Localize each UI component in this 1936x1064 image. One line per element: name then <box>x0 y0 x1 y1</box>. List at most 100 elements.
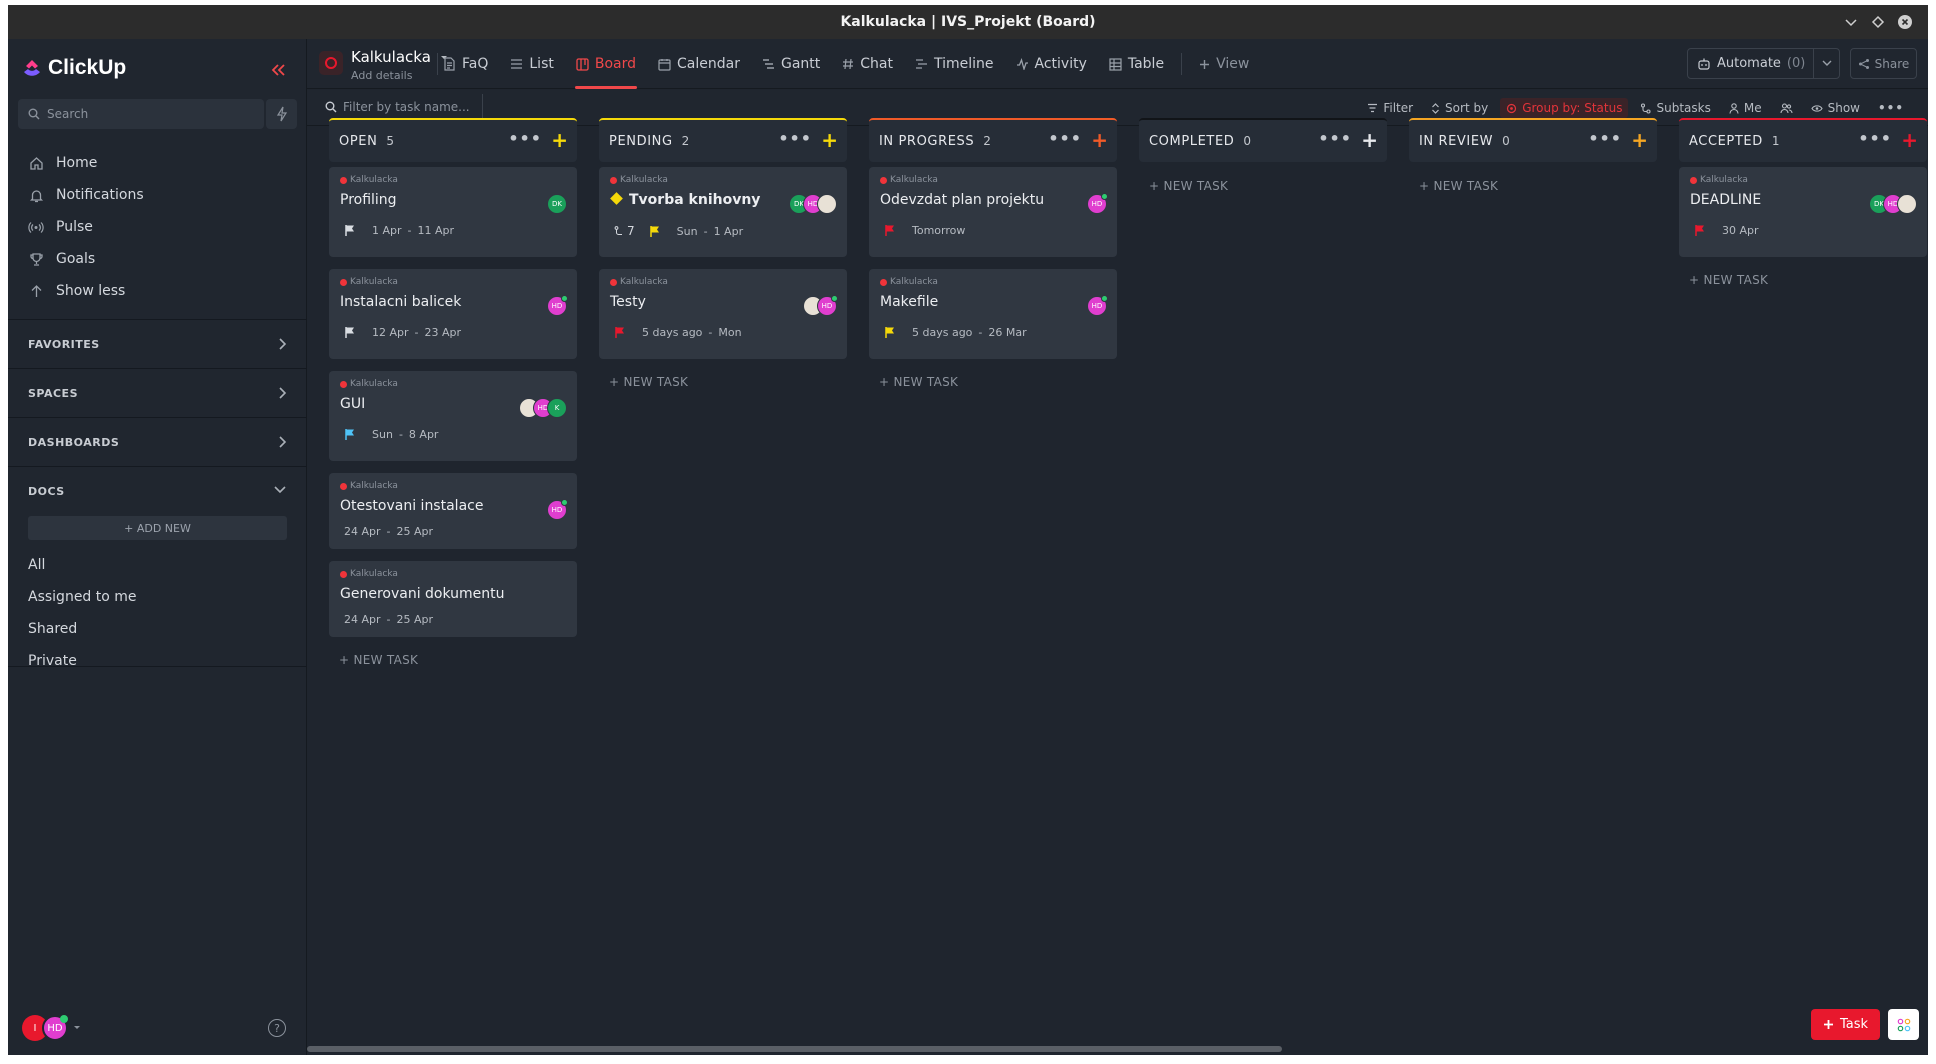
task-card[interactable]: Kalkulacka DEADLINE 30 Apr DK HD <box>1679 167 1927 257</box>
column-header[interactable]: ACCEPTED 1 ••• + <box>1679 118 1927 162</box>
assignee-avatars[interactable]: DK <box>547 194 567 214</box>
group-by-button[interactable]: Group by: Status <box>1500 98 1629 118</box>
priority-flag-icon[interactable] <box>344 428 356 441</box>
user-menu[interactable]: I HD <box>22 1015 82 1041</box>
assignee-avatars[interactable]: HD K <box>519 398 567 418</box>
apps-button[interactable] <box>1888 1009 1919 1040</box>
column-add-icon[interactable]: + <box>821 130 838 150</box>
task-card[interactable]: Kalkulacka Generovani dokumentu 24 Apr -25 … <box>329 561 577 637</box>
close-icon[interactable] <box>1897 14 1913 30</box>
task-due-date[interactable]: 26 Mar <box>988 326 1026 339</box>
assignees-button[interactable] <box>1774 100 1799 117</box>
task-card[interactable]: Kalkulacka Otestovani instalace 24 Apr -25 … <box>329 473 577 549</box>
tab-calendar[interactable]: Calendar <box>647 39 751 89</box>
tab-table[interactable]: Table <box>1098 39 1175 89</box>
task-title[interactable]: Otestovani instalace <box>340 498 483 514</box>
new-task-link[interactable]: + NEW TASK <box>1419 179 1498 193</box>
add-details-link[interactable]: Add details <box>351 69 412 82</box>
list-status-icon[interactable] <box>319 51 343 75</box>
task-start-date[interactable]: 12 Apr <box>372 326 409 339</box>
priority-flag-icon[interactable] <box>884 326 896 339</box>
column-add-icon[interactable]: + <box>1361 130 1378 150</box>
task-due-date[interactable]: 8 Apr <box>409 428 439 441</box>
column-header[interactable]: OPEN 5 ••• + <box>329 118 577 162</box>
tab-timeline[interactable]: Timeline <box>904 39 1005 89</box>
column-header[interactable]: COMPLETED 0 ••• + <box>1139 118 1387 162</box>
column-header[interactable]: IN PROGRESS 2 ••• + <box>869 118 1117 162</box>
task-title[interactable]: Profiling <box>340 192 397 208</box>
new-task-button[interactable]: Task <box>1811 1009 1880 1040</box>
task-title[interactable]: DEADLINE <box>1690 192 1761 208</box>
task-start-date[interactable]: 1 Apr <box>372 224 402 237</box>
priority-flag-icon[interactable] <box>649 225 661 238</box>
tab-list[interactable]: List <box>499 39 564 89</box>
subtasks-button[interactable]: Subtasks <box>1634 98 1716 118</box>
sidebar-item-pulse[interactable]: Pulse <box>28 211 144 243</box>
automate-button[interactable]: Automate (0) <box>1687 48 1840 79</box>
assignee-avatars[interactable]: HD <box>1087 193 1108 214</box>
new-task-link[interactable]: + NEW TASK <box>339 653 418 667</box>
maximize-icon[interactable] <box>1870 14 1886 30</box>
tab-faq[interactable]: FaQ <box>432 39 499 89</box>
task-due-date[interactable]: 25 Apr <box>397 525 434 538</box>
show-button[interactable]: Show <box>1805 98 1866 118</box>
column-header[interactable]: IN REVIEW 0 ••• + <box>1409 118 1657 162</box>
collapse-sidebar-icon[interactable] <box>270 63 286 77</box>
search-input[interactable]: Search <box>18 99 264 129</box>
column-add-icon[interactable]: + <box>1901 130 1918 150</box>
subtask-count[interactable]: 7 <box>614 224 635 238</box>
task-card[interactable]: Kalkulacka Tvorba knihovny 7 Sun -1 Apr DK HD <box>599 167 847 257</box>
me-filter-button[interactable]: Me <box>1723 98 1768 118</box>
column-more-icon[interactable]: ••• <box>1588 131 1622 147</box>
task-title[interactable]: Generovani dokumentu <box>340 586 505 602</box>
assignee-avatars[interactable]: DK HD <box>1869 194 1917 214</box>
docs-link-assigned[interactable]: Assigned to me <box>28 581 137 613</box>
column-more-icon[interactable]: ••• <box>1858 131 1892 147</box>
quick-actions-button[interactable] <box>266 99 297 129</box>
assignee-avatars[interactable]: HD <box>803 295 838 316</box>
tab-board[interactable]: Board <box>565 39 647 89</box>
task-due-date[interactable]: 23 Apr <box>425 326 462 339</box>
tab-chat[interactable]: Chat <box>831 39 904 89</box>
docs-add-new-button[interactable]: + ADD NEW <box>28 516 287 540</box>
assignee-avatars[interactable]: HD <box>547 295 568 316</box>
task-due-date[interactable]: Tomorrow <box>912 224 965 237</box>
task-card[interactable]: Kalkulacka Testy 5 days ago - Mon HD <box>599 269 847 359</box>
priority-flag-icon[interactable] <box>1694 224 1706 237</box>
tab-gantt[interactable]: Gantt <box>751 39 831 89</box>
task-title[interactable]: Tvorba knihovny <box>610 192 760 208</box>
task-card[interactable]: Kalkulacka Odevzdat plan projektu Tomorrow… <box>869 167 1117 257</box>
sidebar-item-notifications[interactable]: Notifications <box>28 179 144 211</box>
priority-flag-icon[interactable] <box>344 224 356 237</box>
sidebar-item-goals[interactable]: Goals <box>28 243 144 275</box>
help-icon[interactable]: ? <box>268 1019 286 1037</box>
sidebar-section-dashboards[interactable]: DASHBOARDS <box>8 417 307 466</box>
new-task-link[interactable]: + NEW TASK <box>1689 273 1768 287</box>
filter-task-input[interactable]: Filter by task name... <box>317 94 483 120</box>
column-add-icon[interactable]: + <box>1091 130 1108 150</box>
chevron-down-icon[interactable] <box>1813 49 1839 78</box>
add-view-button[interactable]: View <box>1188 39 1260 89</box>
clickup-logo[interactable]: ClickUp <box>22 55 126 81</box>
share-button[interactable]: Share <box>1850 48 1917 79</box>
task-start-date[interactable]: 24 Apr <box>344 613 381 626</box>
task-card[interactable]: Kalkulacka GUI Sun -8 Apr HD K <box>329 371 577 461</box>
task-title[interactable]: GUI <box>340 396 365 412</box>
task-start-date[interactable]: Sun <box>372 428 393 441</box>
priority-flag-icon[interactable] <box>614 326 626 339</box>
task-due-date[interactable]: 1 Apr <box>714 225 744 238</box>
assignee-avatars[interactable]: HD <box>1087 295 1108 316</box>
docs-link-private[interactable]: Private <box>28 645 137 677</box>
minimize-icon[interactable] <box>1843 14 1859 30</box>
sidebar-section-docs[interactable]: DOCS <box>8 466 307 515</box>
column-more-icon[interactable]: ••• <box>778 131 812 147</box>
docs-link-all[interactable]: All <box>28 549 137 581</box>
task-start-date[interactable]: 5 days ago <box>642 326 702 339</box>
task-start-date[interactable]: Sun <box>677 225 698 238</box>
horizontal-scrollbar[interactable] <box>307 1046 1282 1052</box>
task-start-date[interactable]: 24 Apr <box>344 525 381 538</box>
column-more-icon[interactable]: ••• <box>1318 131 1352 147</box>
sidebar-item-show-less[interactable]: Show less <box>28 275 144 307</box>
column-more-icon[interactable]: ••• <box>508 131 542 147</box>
task-title[interactable]: Instalacni balicek <box>340 294 461 310</box>
